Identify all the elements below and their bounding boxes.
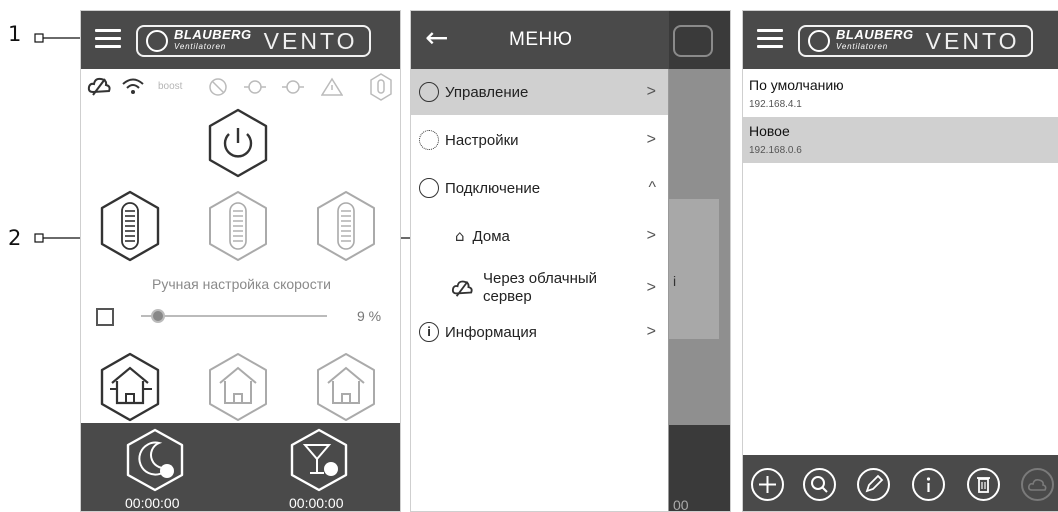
menu-item-cloud-label-1: Через облачный: [483, 270, 598, 287]
hamburger-menu-icon[interactable]: [95, 29, 121, 49]
manual-speed-label: Ручная настройка скорости: [152, 276, 331, 292]
cloud-icon: [87, 77, 111, 96]
connection-item-new[interactable]: Новое 192.168.0.6: [743, 117, 1058, 163]
behind-logo: [673, 25, 713, 57]
top-bar: BLAUBERG Ventilatoren VENTO: [81, 11, 400, 69]
behind-dialog-text: i: [673, 273, 677, 289]
alarm-icon: [321, 77, 343, 96]
menu-item-control-label: Управление: [445, 83, 529, 101]
connection-ip: 192.168.0.6: [749, 145, 802, 156]
speed-1-button[interactable]: [98, 189, 162, 263]
brand-sub: Ventilatoren: [174, 42, 226, 51]
humidity-icon: [370, 73, 392, 101]
back-arrow-icon[interactable]: ←: [425, 21, 448, 54]
power-button[interactable]: [206, 107, 270, 179]
night-timer-button[interactable]: [123, 427, 187, 493]
fan-logo-icon: [808, 30, 830, 52]
chevron-right-icon: >: [646, 131, 656, 148]
brand-logo: BLAUBERG Ventilatoren VENTO: [136, 25, 371, 57]
info-icon: i: [419, 322, 439, 342]
night-timer-value: 00:00:00: [125, 495, 180, 511]
search-button[interactable]: [803, 468, 836, 501]
fan-off-icon: [209, 78, 227, 96]
ventilation-icon: [282, 80, 304, 94]
delete-icon: [977, 477, 990, 493]
settings-icon: [419, 130, 439, 150]
menu-item-connection-label: Подключение: [445, 179, 541, 197]
connection-item-default[interactable]: По умолчанию 192.168.4.1: [743, 71, 1058, 117]
info-button[interactable]: [912, 468, 945, 501]
brand-sub: Ventilatoren: [836, 42, 888, 51]
filter-icon: [244, 80, 266, 94]
add-button[interactable]: [751, 468, 784, 501]
control-icon: [419, 82, 439, 102]
speed-percent: 9 %: [357, 308, 382, 324]
speed-2-button[interactable]: [206, 189, 270, 263]
party-timer-button[interactable]: [287, 427, 351, 493]
menu-item-info[interactable]: i Информация >: [411, 309, 668, 355]
behind-timer: 00: [673, 497, 689, 512]
party-timer-value: 00:00:00: [289, 495, 344, 511]
chevron-right-icon: >: [646, 227, 656, 244]
mode-recovery-button[interactable]: [206, 351, 270, 423]
menu-drawer: ← МЕНЮ Управление > Настройки > Подключе…: [411, 11, 669, 511]
cloud-button[interactable]: [1021, 468, 1054, 501]
search-icon: [811, 476, 828, 493]
connection-toolbar: [743, 455, 1058, 511]
chevron-up-icon: ^: [648, 179, 656, 196]
menu-item-home-label: Дома: [472, 227, 510, 245]
boost-label: boost: [158, 81, 183, 92]
connection-name: По умолчанию: [749, 77, 844, 93]
menu-item-cloud[interactable]: Через облачный сервер >: [411, 261, 668, 315]
speed-slider-thumb[interactable]: [150, 309, 165, 323]
status-icons-row: boost: [81, 69, 400, 105]
connection-ip: 192.168.4.1: [749, 99, 802, 110]
screen-menu: i 00 ← МЕНЮ Управление > Настройки > Под…: [410, 10, 731, 512]
menu-item-connection[interactable]: Подключение ^: [411, 165, 668, 211]
info-icon: [926, 477, 931, 492]
manual-speed-checkbox[interactable]: [96, 308, 114, 326]
brand-name: BLAUBERG: [174, 27, 252, 42]
wifi-icon: [122, 78, 144, 94]
brand-logo: BLAUBERG Ventilatoren VENTO: [798, 25, 1033, 57]
connection-name: Новое: [749, 123, 790, 139]
menu-item-control[interactable]: Управление >: [411, 69, 668, 115]
cloud-icon: [1028, 479, 1047, 491]
mode-ventilation-button[interactable]: [98, 351, 162, 423]
wifi-icon: [419, 178, 439, 198]
menu-item-home[interactable]: ⌂ Дома >: [411, 213, 668, 259]
home-icon: ⌂: [455, 227, 465, 245]
menu-item-info-label: Информация: [445, 323, 537, 341]
fan-logo-icon: [146, 30, 168, 52]
edit-icon: [865, 474, 884, 493]
brand-name: BLAUBERG: [836, 27, 914, 42]
screen-control: BLAUBERG Ventilatoren VENTO boost Ручная…: [80, 10, 401, 512]
menu-item-cloud-label-2: сервер: [483, 288, 532, 305]
timer-bar: 00:00:00 00:00:00: [81, 423, 400, 511]
chevron-right-icon: >: [646, 83, 656, 100]
edit-button[interactable]: [857, 468, 890, 501]
add-icon: [759, 476, 776, 493]
screen-connections: BLAUBERG Ventilatoren VENTO По умолчанию …: [742, 10, 1058, 512]
product-name: VENTO: [263, 27, 358, 54]
top-bar: BLAUBERG Ventilatoren VENTO: [743, 11, 1058, 69]
menu-item-settings-label: Настройки: [445, 131, 519, 149]
mode-supply-button[interactable]: [314, 351, 378, 423]
behind-dialog: [669, 199, 719, 339]
menu-title: МЕНЮ: [509, 29, 573, 50]
speed-3-button[interactable]: [314, 189, 378, 263]
drawer-header: ← МЕНЮ: [411, 11, 669, 69]
speed-slider-track[interactable]: [141, 309, 327, 323]
product-name: VENTO: [925, 27, 1020, 54]
delete-button[interactable]: [967, 468, 1000, 501]
hamburger-menu-icon[interactable]: [757, 29, 783, 49]
chevron-right-icon: >: [646, 323, 656, 340]
chevron-right-icon: >: [646, 279, 656, 296]
cloud-icon: [451, 280, 473, 297]
menu-item-settings[interactable]: Настройки >: [411, 117, 668, 163]
